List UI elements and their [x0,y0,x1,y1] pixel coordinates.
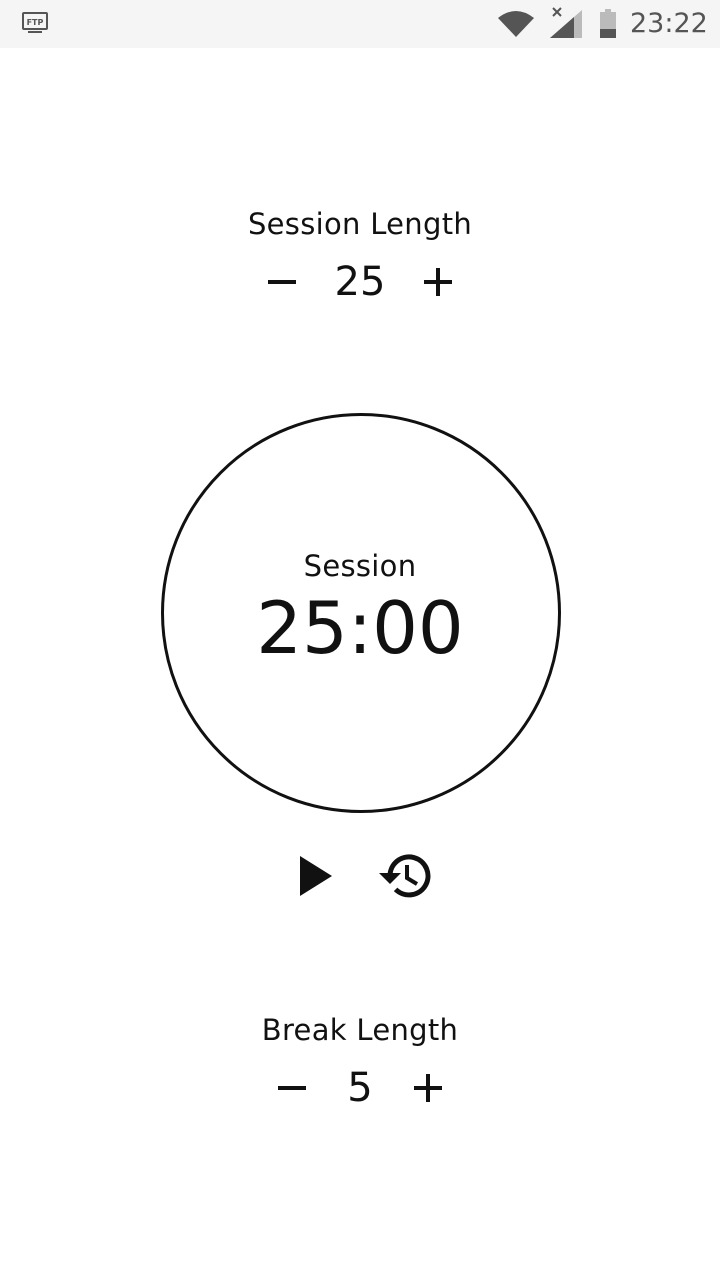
break-decrement-button[interactable] [268,1064,316,1112]
play-icon [300,856,332,896]
status-bar: FTP 23:22 [0,0,720,48]
break-length-value: 5 [347,1065,373,1111]
reset-button[interactable] [376,848,436,904]
status-clock: 23:22 [630,8,708,39]
cell-signal-icon [550,7,582,38]
svg-text:FTP: FTP [27,18,44,27]
session-length-label: Session Length [247,207,473,241]
minus-icon [278,1086,306,1090]
play-button[interactable] [290,850,342,902]
session-increment-button[interactable] [414,258,462,306]
plus-icon [424,268,452,296]
break-increment-button[interactable] [404,1064,452,1112]
history-icon [379,854,431,898]
minus-icon [268,280,296,284]
ftp-icon: FTP [22,12,48,33]
session-decrement-button[interactable] [258,258,306,306]
battery-icon [600,9,616,38]
timer-display: 25:00 [256,586,464,670]
wifi-icon [498,11,534,37]
break-length-label: Break Length [261,1013,459,1047]
session-length-value: 25 [334,259,386,305]
timer-mode-label: Session [303,549,417,583]
plus-icon [414,1074,442,1102]
